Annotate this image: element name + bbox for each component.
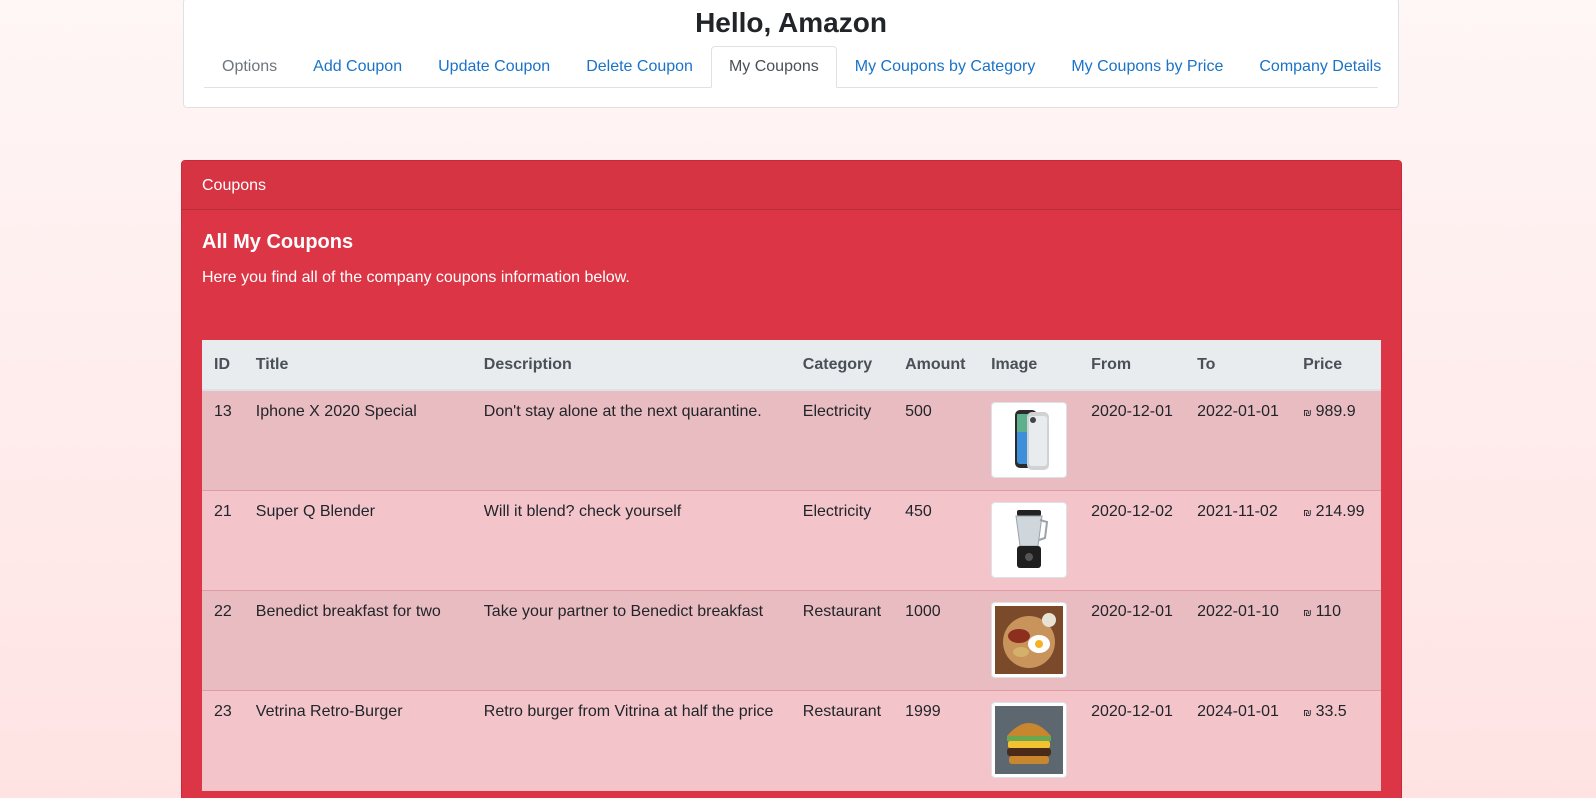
cell-price: ₪ 110 [1291,590,1381,691]
table-header-row: ID Title Description Category Amount Ima… [202,340,1381,391]
shekel-icon: ₪ [1303,508,1312,519]
cell-image [979,590,1080,691]
coupons-panel: Coupons All My Coupons Here you find all… [181,160,1402,798]
price-value: 110 [1315,603,1342,620]
tab-my-coupons-by-category[interactable]: My Coupons by Category [837,46,1054,88]
nav-tabs: Options Add Coupon Update Coupon Delete … [204,45,1381,88]
cell-amount: 450 [893,490,980,591]
column-header-amount: Amount [893,340,980,391]
blender-image [991,502,1068,578]
column-header-price: Price [1291,340,1381,391]
cell-category: Electricity [790,490,894,591]
panel-header: Coupons [182,161,1401,210]
panel-description: Here you find all of the company coupons… [202,269,630,286]
cell-id: 23 [202,690,244,791]
breakfast-image [991,602,1068,678]
table-row: 13 Iphone X 2020 Special Don't stay alon… [202,389,1381,491]
cell-price: ₪ 989.9 [1291,389,1381,491]
shekel-icon: ₪ [1303,608,1312,619]
cell-image [979,690,1080,791]
cell-price: ₪ 33.5 [1291,690,1381,791]
tab-add-coupon[interactable]: Add Coupon [295,46,420,88]
column-header-title: Title [243,340,472,391]
shekel-icon: ₪ [1303,408,1312,419]
table-row: 21 Super Q Blender Will it blend? check … [202,490,1381,591]
cell-image [979,389,1080,491]
cell-description: Take your partner to Benedict breakfast [471,590,791,691]
cell-to: 2022-01-01 [1185,389,1292,491]
cell-amount: 500 [893,389,980,491]
price-value: 33.5 [1315,703,1347,720]
cell-description: Will it blend? check yourself [471,490,791,591]
tab-options: Options [222,58,278,75]
cell-category: Restaurant [790,690,894,791]
cell-from: 2020-12-01 [1079,690,1186,791]
header-card: Hello, Amazon Options Add Coupon Update … [183,0,1399,108]
cell-id: 13 [202,389,244,491]
iphone-image [991,402,1068,478]
table-row: 22 Benedict breakfast for two Take your … [202,590,1381,691]
price-value: 214.99 [1315,503,1365,520]
column-header-id: ID [202,340,244,391]
cell-amount: 1999 [893,690,980,791]
cell-title: Benedict breakfast for two [243,590,472,691]
cell-description: Don't stay alone at the next quarantine. [471,389,791,491]
cell-to: 2022-01-10 [1185,590,1292,691]
cell-description: Retro burger from Vitrina at half the pr… [471,690,791,791]
table-row: 23 Vetrina Retro-Burger Retro burger fro… [202,690,1381,791]
column-header-from: From [1079,340,1186,391]
cell-title: Iphone X 2020 Special [243,389,472,491]
shekel-icon: ₪ [1303,708,1312,719]
column-header-category: Category [790,340,894,391]
cell-id: 22 [202,590,244,691]
cell-category: Restaurant [790,590,894,691]
cell-from: 2020-12-01 [1079,590,1186,691]
burger-image [991,702,1068,778]
cell-from: 2020-12-02 [1079,490,1186,591]
panel-title: All My Coupons [202,231,354,253]
cell-id: 21 [202,490,244,591]
price-value: 989.9 [1315,403,1356,420]
cell-image [979,490,1080,591]
column-header-description: Description [471,340,791,391]
tab-delete-coupon[interactable]: Delete Coupon [568,46,711,88]
cell-from: 2020-12-01 [1079,389,1186,491]
tab-company-details[interactable]: Company Details [1241,46,1399,88]
cell-category: Electricity [790,389,894,491]
column-header-to: To [1185,340,1292,391]
tab-update-coupon[interactable]: Update Coupon [420,46,568,88]
coupons-table: ID Title Description Category Amount Ima… [202,340,1381,791]
cell-title: Vetrina Retro-Burger [243,690,472,791]
column-header-image: Image [979,340,1080,391]
cell-title: Super Q Blender [243,490,472,591]
cell-to: 2021-11-02 [1185,490,1292,591]
cell-to: 2024-01-01 [1185,690,1292,791]
tab-my-coupons[interactable]: My Coupons [710,46,837,88]
cell-amount: 1000 [893,590,980,691]
greeting-title: Hello, Amazon [695,7,887,38]
cell-price: ₪ 214.99 [1291,490,1381,591]
tab-my-coupons-by-price[interactable]: My Coupons by Price [1053,46,1241,88]
